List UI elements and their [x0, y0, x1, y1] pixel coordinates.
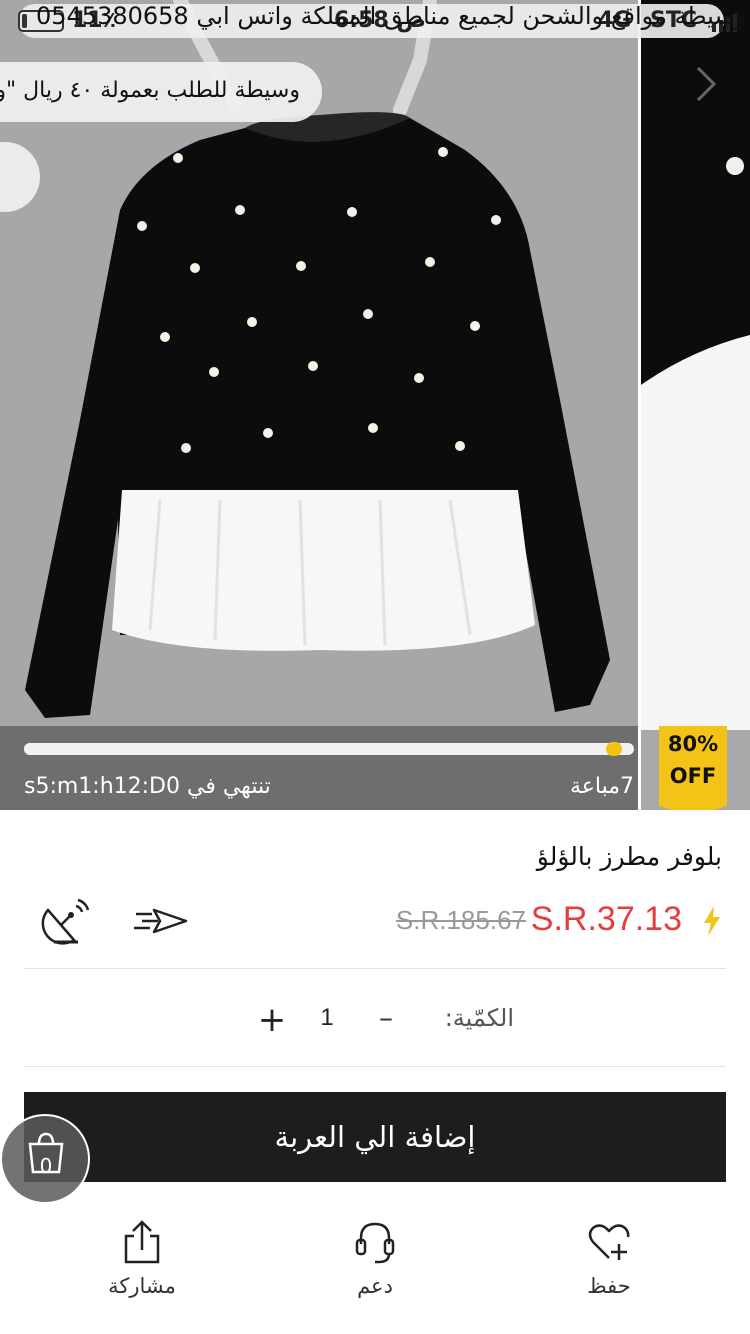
- discount-badge: 80% OFF: [659, 726, 727, 810]
- notification-marquee: وسيطة مواقع والشحن لجميع مناطق المملكة و…: [36, 2, 747, 30]
- send-icon[interactable]: [132, 906, 190, 936]
- sold-count: 7مباعة: [569, 774, 634, 799]
- discount-percent: 80%: [667, 732, 719, 756]
- sale-price: S.R.37.13: [530, 900, 682, 938]
- original-price: S.R.185.67: [395, 905, 526, 935]
- support-label: دعم: [357, 1274, 393, 1298]
- chevron-right-icon[interactable]: [690, 62, 720, 106]
- quantity-decrease-button[interactable]: –: [368, 998, 404, 1038]
- status-bar: 11٪ 6:58 ص 4G STC وسيطة مواقع والشحن لجم…: [0, 0, 750, 40]
- save-button[interactable]: حفظ: [549, 1218, 669, 1318]
- share-button[interactable]: مشاركة: [82, 1218, 202, 1318]
- countdown-timer: تنتهي في s5:m1:h12:D0: [24, 774, 271, 799]
- divider: [24, 968, 726, 969]
- divider: [24, 1066, 726, 1067]
- quantity-label: الكمّية:: [444, 1004, 514, 1032]
- promo-text: وسيطة للطلب بعمولة ٤٠ ريال "و: [0, 78, 300, 103]
- progress-knob: [606, 742, 622, 756]
- quantity-value[interactable]: 1: [312, 998, 342, 1038]
- quantity-increase-button[interactable]: +: [254, 998, 290, 1042]
- promo-banner[interactable]: وسيطة للطلب بعمولة ٤٠ ريال "و: [0, 62, 322, 122]
- next-photo-image: [641, 0, 750, 730]
- cart-count: 0: [39, 1154, 53, 1178]
- flash-sale-bar: تنتهي في s5:m1:h12:D0 7مباعة: [0, 726, 638, 810]
- heart-plus-icon: [588, 1224, 630, 1260]
- lightning-icon: [704, 906, 720, 936]
- product-title: بلوفر مطرز بالؤلؤ: [536, 842, 722, 871]
- headset-icon: [355, 1222, 395, 1264]
- share-icon: [124, 1220, 160, 1264]
- progress-fill: [24, 743, 622, 755]
- cart-button[interactable]: 0: [0, 1114, 90, 1204]
- satellite-icon[interactable]: [40, 896, 92, 948]
- next-product-photo[interactable]: [641, 0, 750, 810]
- save-label: حفظ: [587, 1274, 631, 1298]
- discount-off-label: OFF: [669, 764, 717, 788]
- flash-sale-progress: [24, 742, 634, 756]
- add-to-cart-button[interactable]: إضافة الي العربة: [24, 1092, 726, 1182]
- share-label: مشاركة: [108, 1274, 176, 1298]
- support-button[interactable]: دعم: [315, 1218, 435, 1318]
